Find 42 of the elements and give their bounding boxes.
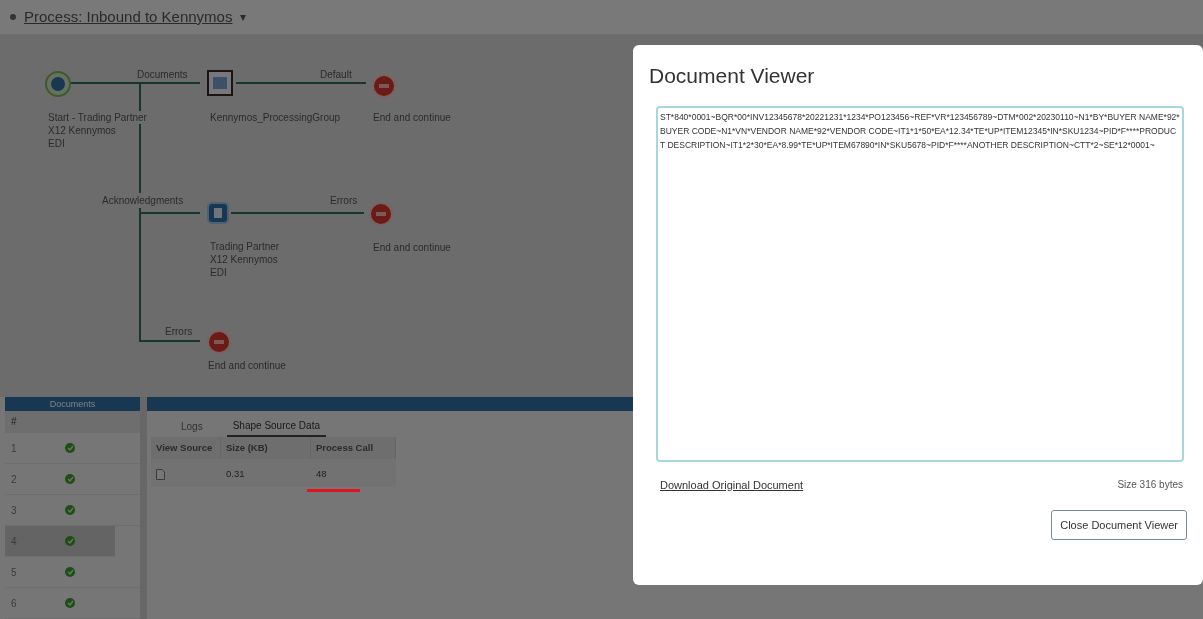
tab[interactable]: Logs xyxy=(175,415,209,437)
panel-header: Documents xyxy=(5,397,140,411)
status-ok-icon xyxy=(65,505,75,515)
node-label: X12 Kennymos xyxy=(48,124,118,137)
stop-node-icon[interactable] xyxy=(368,201,394,227)
node-label: End and continue xyxy=(373,241,453,254)
node-label: X12 Kennymos xyxy=(210,253,280,266)
dialog-title: Document Viewer xyxy=(649,63,816,89)
node-label: Trading Partner xyxy=(210,240,282,253)
caret-icon[interactable]: ▾ xyxy=(240,8,247,26)
status-ok-icon xyxy=(65,567,75,577)
node-label: Kennymos_ProcessingGroup xyxy=(210,111,343,124)
process-title[interactable]: Process: Inbound to Kennymos xyxy=(24,5,233,29)
partner-node-icon[interactable] xyxy=(205,200,231,226)
document-icon[interactable] xyxy=(156,469,165,481)
stop-node-icon[interactable] xyxy=(371,73,397,99)
status-ok-icon xyxy=(65,474,75,484)
size-label: Size 316 bytes xyxy=(1117,478,1183,493)
download-link[interactable]: Download Original Document xyxy=(660,476,804,494)
row-number: 3 xyxy=(10,503,18,518)
table-cell: 48 xyxy=(316,468,327,480)
column-header: Process Call xyxy=(311,437,396,460)
document-content-field[interactable]: ST*840*0001~BQR*00*INV12345678*20221231*1234*PO123456~REF*VR*123456789~DTM*002*20230110~N1*BY*BUYER NAME*92*BUYER CODE~N1*VN*VENDOR NAME*92*VENDOR CODE~IT1*1*50*EA*12.34*TE*UP*ITEM12345*IN*SKU1234~PID*F****PRODUCT DESCRIPTION~IT1*2*30*EA*8.99*TE*UP*ITEM67890*IN*SKU5678~PID*F****ANOTHER DESCRIPTION~CTT*2~SE*12*0001~ xyxy=(656,106,1184,463)
close-button[interactable]: Close Document Viewer xyxy=(1051,509,1187,541)
node-label: Start - Trading Partner xyxy=(48,111,149,124)
table-cell: 0.31 xyxy=(226,468,245,480)
group-node-icon[interactable] xyxy=(207,70,233,96)
node-label: End and continue xyxy=(208,359,288,372)
start-node-icon[interactable] xyxy=(45,71,71,97)
node-label: End and continue xyxy=(373,111,453,124)
status-ok-icon xyxy=(65,598,75,608)
column-header: View Source xyxy=(151,437,221,460)
edge-label: Acknowledgments xyxy=(100,193,186,208)
status-ok-icon xyxy=(65,536,75,546)
bullet-icon xyxy=(10,14,16,20)
stop-node-icon[interactable] xyxy=(206,329,232,355)
node-label: EDI xyxy=(48,137,67,150)
node-label: EDI xyxy=(210,266,229,279)
column-header: # xyxy=(5,411,140,433)
status-ok-icon xyxy=(65,443,75,453)
column-header: Size (KB) xyxy=(221,437,311,460)
highlight-underline xyxy=(307,489,360,492)
